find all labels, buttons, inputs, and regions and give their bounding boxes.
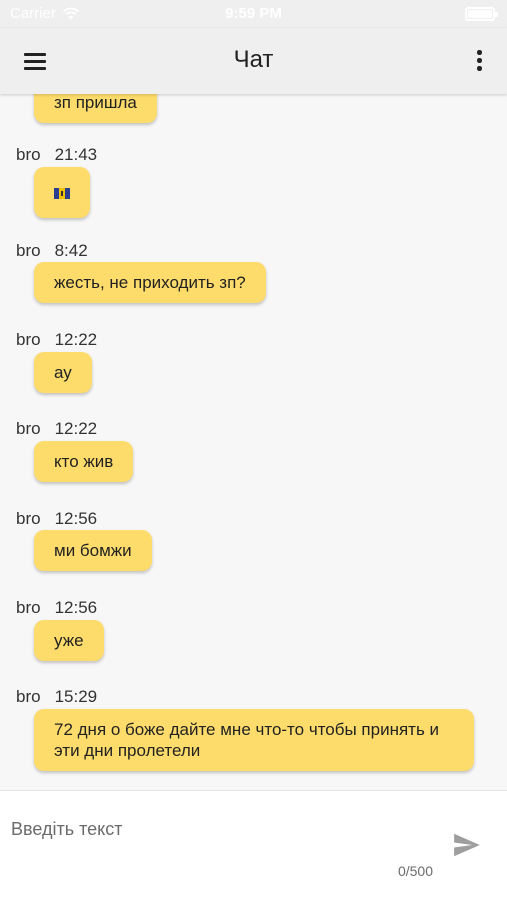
- message-meta: bro 15:29: [16, 687, 97, 707]
- message-meta: bro 12:22: [16, 330, 97, 350]
- message-meta: bro 21:43: [16, 145, 97, 165]
- message-bubble[interactable]: зп пришла: [34, 94, 157, 123]
- page-title: Чат: [233, 46, 274, 73]
- message-text: жесть, не приходить зп?: [54, 273, 246, 292]
- message-meta: bro 8:42: [16, 241, 88, 261]
- battery-icon: [465, 7, 498, 21]
- message-text: кто жив: [54, 452, 114, 471]
- message-bubble[interactable]: ау: [34, 352, 92, 393]
- status-bar: Carrier 9:59 PM: [0, 0, 507, 28]
- message-meta: bro 12:56: [16, 598, 97, 618]
- flag-icon: [54, 188, 70, 200]
- message-meta: bro 12:22: [16, 419, 97, 439]
- message-sender: bro: [16, 330, 41, 349]
- message-time: 12:22: [54, 419, 98, 438]
- message-text: ми бомжи: [54, 541, 132, 560]
- status-time: 9:59 PM: [225, 5, 282, 22]
- app-bar: Чат: [0, 28, 507, 94]
- message-text: ау: [54, 363, 72, 382]
- message-sender: bro: [16, 241, 41, 260]
- message-sender: bro: [16, 509, 41, 528]
- message-sender: bro: [16, 687, 41, 706]
- message-time: 12:22: [54, 330, 98, 349]
- message-input[interactable]: [11, 815, 431, 843]
- message-text: 72 дня о боже дайте мне что-то чтобы при…: [54, 720, 440, 760]
- chat-message-list[interactable]: зп пришла bro 21:43 bro 8:42 жесть, не при…: [0, 94, 507, 790]
- character-counter: 0/500: [397, 863, 433, 879]
- message-bubble[interactable]: жесть, не приходить зп?: [34, 262, 266, 303]
- message-bubble[interactable]: 72 дня о боже дайте мне что-то чтобы при…: [34, 709, 474, 771]
- message-composer: 0/500: [0, 790, 507, 900]
- message-sender: bro: [16, 419, 41, 438]
- message-time: 15:29: [54, 687, 98, 706]
- message-time: 12:56: [54, 509, 98, 528]
- message-time: 12:56: [54, 598, 98, 617]
- more-vertical-icon[interactable]: [467, 46, 491, 76]
- message-sender: bro: [16, 598, 41, 617]
- message-text: уже: [54, 631, 84, 650]
- message-time: 8:42: [54, 241, 88, 260]
- message-time: 21:43: [54, 145, 98, 164]
- message-sender: bro: [16, 145, 41, 164]
- message-bubble[interactable]: ми бомжи: [34, 530, 152, 571]
- message-bubble[interactable]: [34, 167, 90, 218]
- message-meta: bro 12:56: [16, 509, 97, 529]
- message-text: зп пришла: [54, 94, 137, 112]
- send-icon[interactable]: [450, 830, 482, 860]
- message-bubble[interactable]: уже: [34, 620, 104, 661]
- message-bubble[interactable]: кто жив: [34, 441, 134, 482]
